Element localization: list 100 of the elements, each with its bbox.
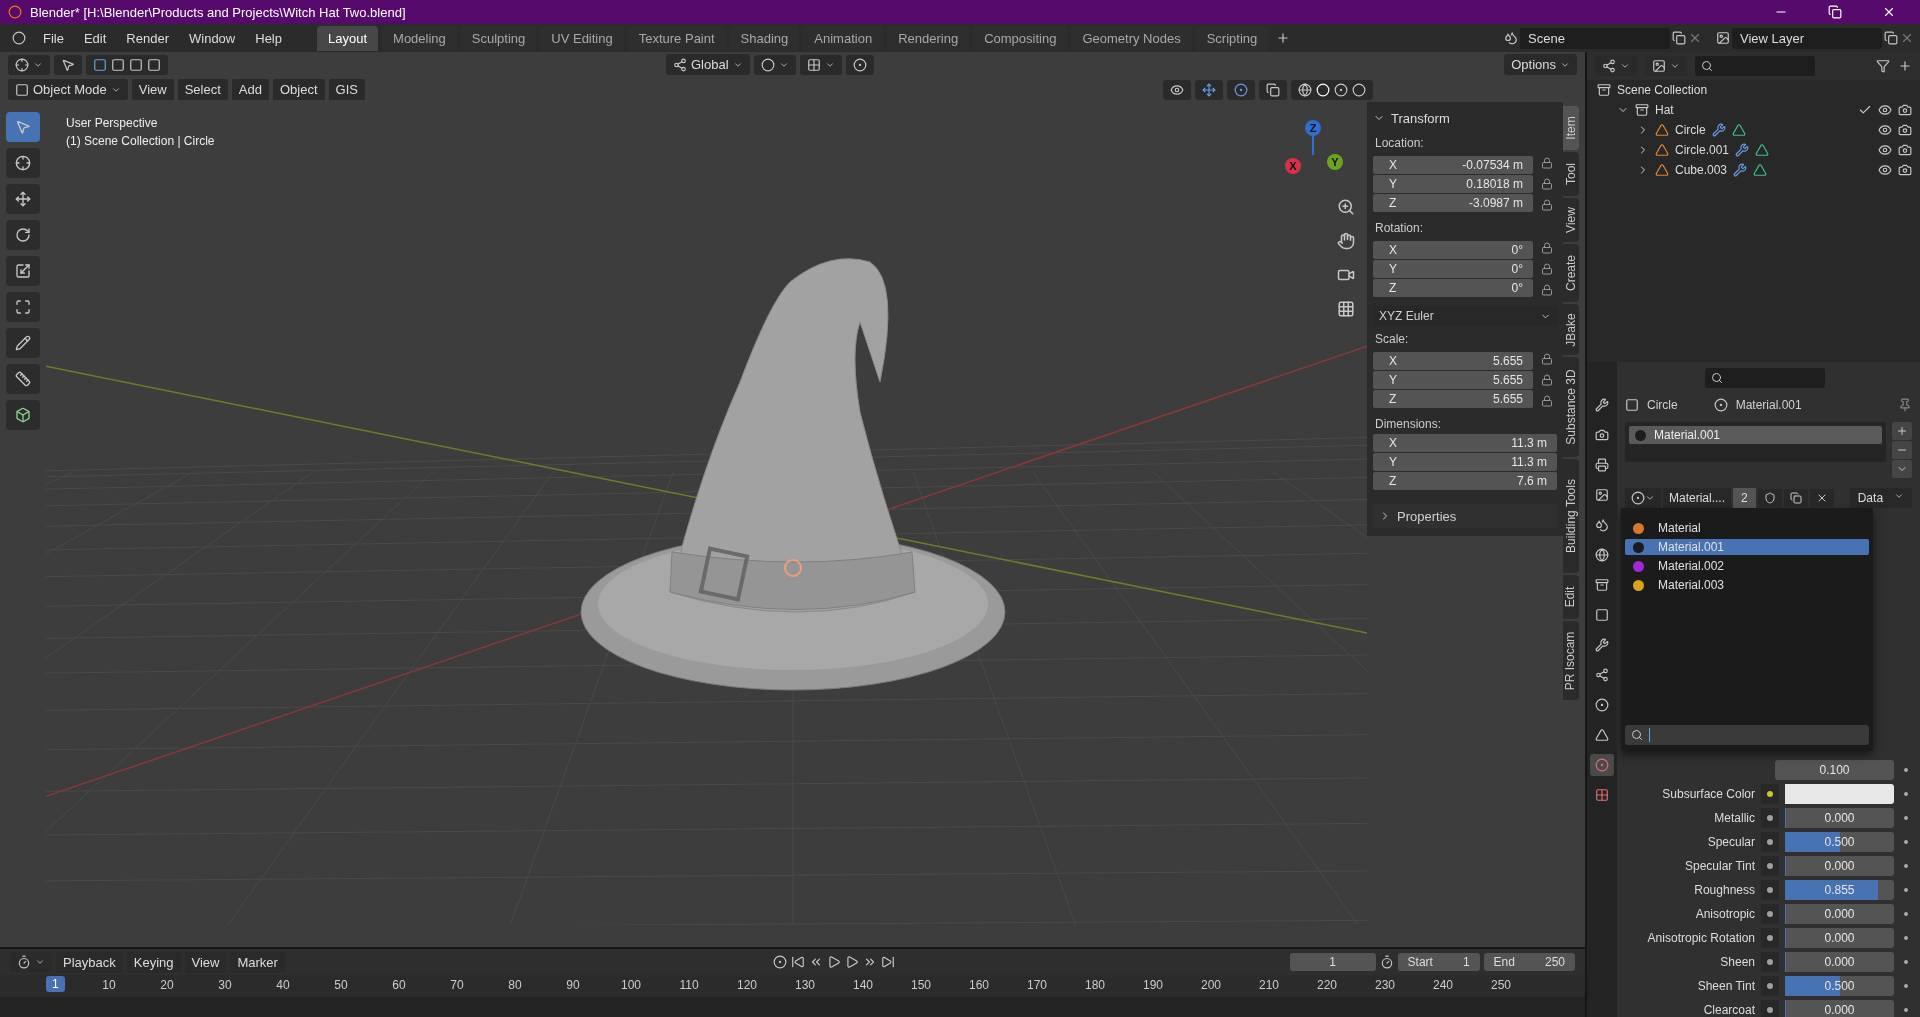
number-field[interactable]: Y 0° bbox=[1373, 260, 1533, 278]
select-tool-button[interactable] bbox=[54, 54, 82, 75]
cursor-tool[interactable] bbox=[6, 148, 40, 178]
viewport-menu[interactable]: Object bbox=[272, 79, 325, 100]
transform-tool[interactable] bbox=[6, 292, 40, 322]
timeline-menu[interactable]: Playback bbox=[56, 951, 123, 973]
tree-item[interactable]: Circle.001 bbox=[1675, 143, 1730, 157]
number-field[interactable]: Y 5.655 bbox=[1373, 371, 1533, 389]
scene-field[interactable]: Scene bbox=[1520, 27, 1670, 49]
search-field[interactable] bbox=[1705, 368, 1825, 388]
timeline-menu[interactable]: View bbox=[184, 951, 227, 973]
gizmo-button[interactable] bbox=[1195, 79, 1223, 100]
properties-tab-icon[interactable] bbox=[1595, 668, 1609, 682]
socket-icon[interactable] bbox=[1767, 863, 1773, 869]
play-icon[interactable] bbox=[844, 955, 859, 969]
menu-item[interactable]: File bbox=[34, 26, 73, 50]
app-menu-icon[interactable] bbox=[12, 31, 26, 45]
keyframe-dot-icon[interactable] bbox=[1904, 912, 1908, 916]
record-icon[interactable] bbox=[772, 955, 787, 969]
display-mode-button[interactable] bbox=[1595, 56, 1637, 76]
proportional-button[interactable] bbox=[845, 54, 874, 75]
properties-tab-icon[interactable] bbox=[1595, 518, 1609, 532]
properties-tab-icon[interactable] bbox=[1595, 458, 1609, 472]
viewport-menu[interactable]: Select bbox=[177, 79, 228, 100]
eye-icon[interactable] bbox=[1878, 143, 1892, 157]
stopwatch-icon[interactable] bbox=[1379, 955, 1394, 969]
search-field[interactable] bbox=[1625, 725, 1869, 745]
mode-dropdown[interactable]: Object Mode bbox=[8, 79, 128, 100]
lock-icon[interactable] bbox=[1541, 263, 1553, 275]
lock-icon[interactable] bbox=[1541, 178, 1553, 190]
pivot-button[interactable] bbox=[753, 54, 796, 75]
number-field[interactable]: Z 0° bbox=[1373, 279, 1533, 297]
menu-option[interactable]: Material.002 bbox=[1625, 558, 1869, 574]
link-dropdown[interactable]: Data bbox=[1849, 488, 1912, 508]
properties-tab-icon[interactable] bbox=[1595, 428, 1609, 442]
timeline-menu[interactable]: Marker bbox=[230, 951, 285, 973]
panel-title[interactable]: Transform bbox=[1391, 110, 1450, 126]
pin-icon[interactable] bbox=[1898, 398, 1912, 412]
menu-item[interactable]: Help bbox=[246, 26, 291, 50]
properties-tab-icon[interactable] bbox=[1595, 548, 1609, 562]
keyframe-dot-icon[interactable] bbox=[1904, 984, 1908, 988]
lock-icon[interactable] bbox=[1541, 157, 1553, 169]
sidebar-tab[interactable]: PR Isocam bbox=[1563, 621, 1579, 700]
3d-viewport[interactable] bbox=[0, 52, 1585, 947]
camera-icon[interactable] bbox=[1898, 163, 1912, 177]
tree-item[interactable]: Hat bbox=[1655, 103, 1674, 117]
number-field[interactable]: Z 7.6 m bbox=[1373, 472, 1557, 490]
number-field[interactable]: Z 5.655 bbox=[1373, 390, 1533, 408]
select-tool[interactable] bbox=[6, 112, 40, 142]
socket-icon[interactable] bbox=[1767, 935, 1773, 941]
camera-icon[interactable] bbox=[1898, 143, 1912, 157]
user-count[interactable]: 2 bbox=[1733, 488, 1756, 508]
rotate-tool[interactable] bbox=[6, 220, 40, 250]
options-dropdown[interactable]: Options bbox=[1504, 54, 1577, 75]
layers-icon[interactable] bbox=[1716, 31, 1730, 45]
jump-end-icon[interactable] bbox=[880, 955, 895, 969]
tree-item[interactable]: Circle bbox=[1675, 123, 1706, 137]
viewport-menu[interactable]: View bbox=[131, 79, 174, 100]
number-field[interactable]: X -0.07534 m bbox=[1373, 156, 1533, 174]
hand-icon[interactable] bbox=[1337, 232, 1355, 250]
lock-icon[interactable] bbox=[1541, 242, 1553, 254]
properties-tab-icon[interactable] bbox=[1595, 488, 1609, 502]
copy-icon[interactable] bbox=[1672, 31, 1686, 45]
number-field[interactable]: Y 11.3 m bbox=[1373, 453, 1557, 471]
material-name-field[interactable]: Material.... bbox=[1663, 488, 1731, 508]
keyframe-dot-icon[interactable] bbox=[1904, 840, 1908, 844]
lock-icon[interactable] bbox=[1541, 199, 1553, 211]
checkbox-icon[interactable] bbox=[1858, 103, 1872, 117]
snap-button[interactable] bbox=[799, 54, 842, 75]
camera-icon[interactable] bbox=[1898, 103, 1912, 117]
sidebar-tab[interactable]: Substance 3D bbox=[1563, 357, 1579, 457]
editor-type-button[interactable] bbox=[8, 54, 50, 75]
value-slider[interactable]: 0.000 bbox=[1785, 928, 1894, 948]
copy-icon[interactable] bbox=[1884, 31, 1898, 45]
properties-tab-icon[interactable] bbox=[1595, 608, 1609, 622]
sidebar-tab[interactable]: Item bbox=[1563, 106, 1579, 150]
number-field[interactable]: Y 0.18018 m bbox=[1373, 175, 1533, 193]
value-slider[interactable]: 0.000 bbox=[1785, 808, 1894, 828]
add-icon[interactable] bbox=[1276, 31, 1291, 45]
viewport-menu[interactable]: Add bbox=[231, 79, 269, 100]
keyframe-dot-icon[interactable] bbox=[1904, 816, 1908, 820]
menu-item[interactable]: Edit bbox=[74, 26, 116, 50]
selection-mode-button[interactable] bbox=[86, 54, 168, 75]
socket-icon[interactable] bbox=[1767, 911, 1773, 917]
value-slider[interactable]: 0.000 bbox=[1785, 904, 1894, 924]
axis-handle[interactable] bbox=[1285, 158, 1301, 174]
keyframe-dot-icon[interactable] bbox=[1904, 960, 1908, 964]
start-frame-field[interactable]: Start 1 bbox=[1397, 953, 1480, 971]
keyframe-dot-icon[interactable] bbox=[1904, 768, 1908, 772]
socket-icon[interactable] bbox=[1767, 815, 1773, 821]
timeline-menu[interactable]: Keying bbox=[126, 951, 181, 973]
value-slider[interactable]: 0.855 bbox=[1785, 880, 1894, 900]
sidebar-tab[interactable]: Edit bbox=[1563, 575, 1579, 619]
keyframe-dot-icon[interactable] bbox=[1904, 936, 1908, 940]
annotate-tool[interactable] bbox=[6, 328, 40, 358]
measure-tool[interactable] bbox=[6, 364, 40, 394]
menu-option[interactable]: Material.001 bbox=[1625, 539, 1869, 555]
fake-user-icon[interactable] bbox=[1763, 492, 1776, 504]
lock-icon[interactable] bbox=[1541, 353, 1553, 365]
value-slider[interactable]: 0.000 bbox=[1785, 856, 1894, 876]
